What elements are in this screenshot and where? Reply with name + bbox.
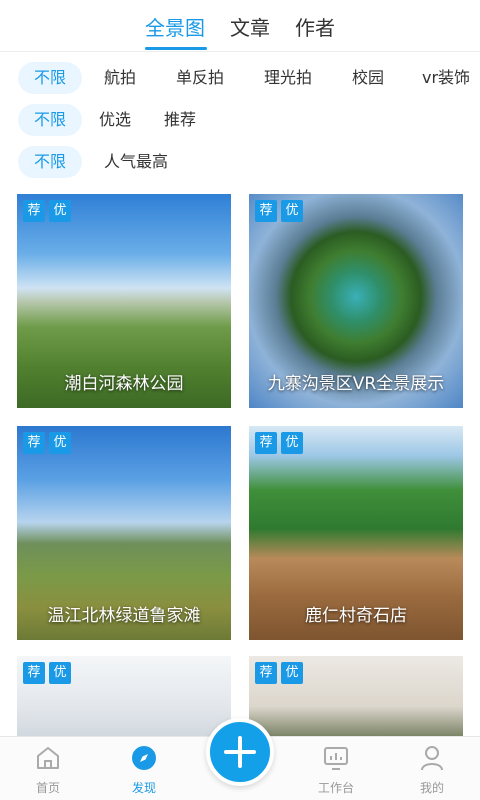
card-badges: 荐 优: [23, 662, 71, 684]
card-badges: 荐 优: [23, 200, 71, 222]
tab-articles[interactable]: 文章: [230, 12, 270, 41]
filter-most-popular[interactable]: 人气最高: [104, 146, 168, 178]
filter-recommended[interactable]: 推荐: [164, 104, 196, 136]
card-badges: 荐 优: [255, 200, 303, 222]
nav-home[interactable]: 首页: [8, 745, 88, 796]
filter-quality-all[interactable]: 不限: [18, 104, 83, 136]
category-filter-row: 不限 航拍 单反拍 理光拍 校园 vr装饰: [0, 62, 480, 94]
add-button[interactable]: [206, 718, 274, 786]
card-badges: 荐 优: [23, 432, 71, 454]
panorama-card[interactable]: 荐 优: [249, 656, 463, 740]
nav-mine[interactable]: 我的: [392, 745, 472, 796]
panorama-card[interactable]: 荐 优: [17, 656, 231, 740]
nav-discover-label: 发现: [131, 781, 156, 795]
sort-filter-row: 不限 人气最高: [0, 146, 480, 178]
recommend-badge: 荐: [23, 200, 45, 222]
quality-filter-row: 不限 优选 推荐: [0, 104, 480, 136]
card-title: 鹿仁村奇石店: [305, 606, 407, 626]
card-title: 潮白河森林公园: [64, 374, 184, 394]
filter-campus[interactable]: 校园: [352, 62, 384, 94]
tab-authors[interactable]: 作者: [295, 12, 335, 41]
user-icon: [421, 746, 443, 771]
card-title: 九寨沟景区VR全景展示: [267, 374, 445, 394]
recommend-badge: 荐: [255, 662, 277, 684]
excellent-badge: 优: [49, 662, 71, 684]
nav-workbench[interactable]: 工作台: [296, 745, 376, 796]
recommend-badge: 荐: [255, 432, 277, 454]
recommend-badge: 荐: [23, 432, 45, 454]
filter-sort-all[interactable]: 不限: [18, 146, 83, 178]
panorama-card[interactable]: 荐 优 鹿仁村奇石店: [249, 426, 463, 640]
nav-discover[interactable]: 发现: [104, 745, 184, 796]
nav-workbench-label: 工作台: [317, 781, 354, 795]
plus-icon: [224, 736, 256, 768]
filter-selected[interactable]: 优选: [99, 104, 131, 136]
card-badges: 荐 优: [255, 432, 303, 454]
top-tab-bar: 全景图 文章 作者: [0, 0, 480, 52]
filter-vr-decor[interactable]: vr装饰: [422, 62, 470, 94]
panorama-card[interactable]: 荐 优 九寨沟景区VR全景展示: [249, 194, 463, 408]
active-tab-indicator: [145, 47, 207, 50]
excellent-badge: 优: [281, 200, 303, 222]
recommend-badge: 荐: [255, 200, 277, 222]
home-icon: [37, 747, 59, 769]
workbench-icon: [324, 747, 348, 770]
filter-dslr[interactable]: 单反拍: [176, 62, 224, 94]
excellent-badge: 优: [281, 432, 303, 454]
card-title: 温江北林绿道鲁家滩: [47, 606, 201, 626]
filter-category-all[interactable]: 不限: [18, 62, 83, 94]
card-badges: 荐 优: [255, 662, 303, 684]
filter-aerial[interactable]: 航拍: [104, 62, 136, 94]
nav-home-label: 首页: [35, 781, 60, 795]
filter-ricoh[interactable]: 理光拍: [264, 62, 312, 94]
tab-panorama[interactable]: 全景图: [145, 12, 205, 41]
excellent-badge: 优: [281, 662, 303, 684]
panorama-card[interactable]: 荐 优 潮白河森林公园: [17, 194, 231, 408]
panorama-card[interactable]: 荐 优 温江北林绿道鲁家滩: [17, 426, 231, 640]
excellent-badge: 优: [49, 432, 71, 454]
compass-icon: [132, 746, 156, 770]
nav-mine-label: 我的: [419, 781, 444, 795]
recommend-badge: 荐: [23, 662, 45, 684]
excellent-badge: 优: [49, 200, 71, 222]
